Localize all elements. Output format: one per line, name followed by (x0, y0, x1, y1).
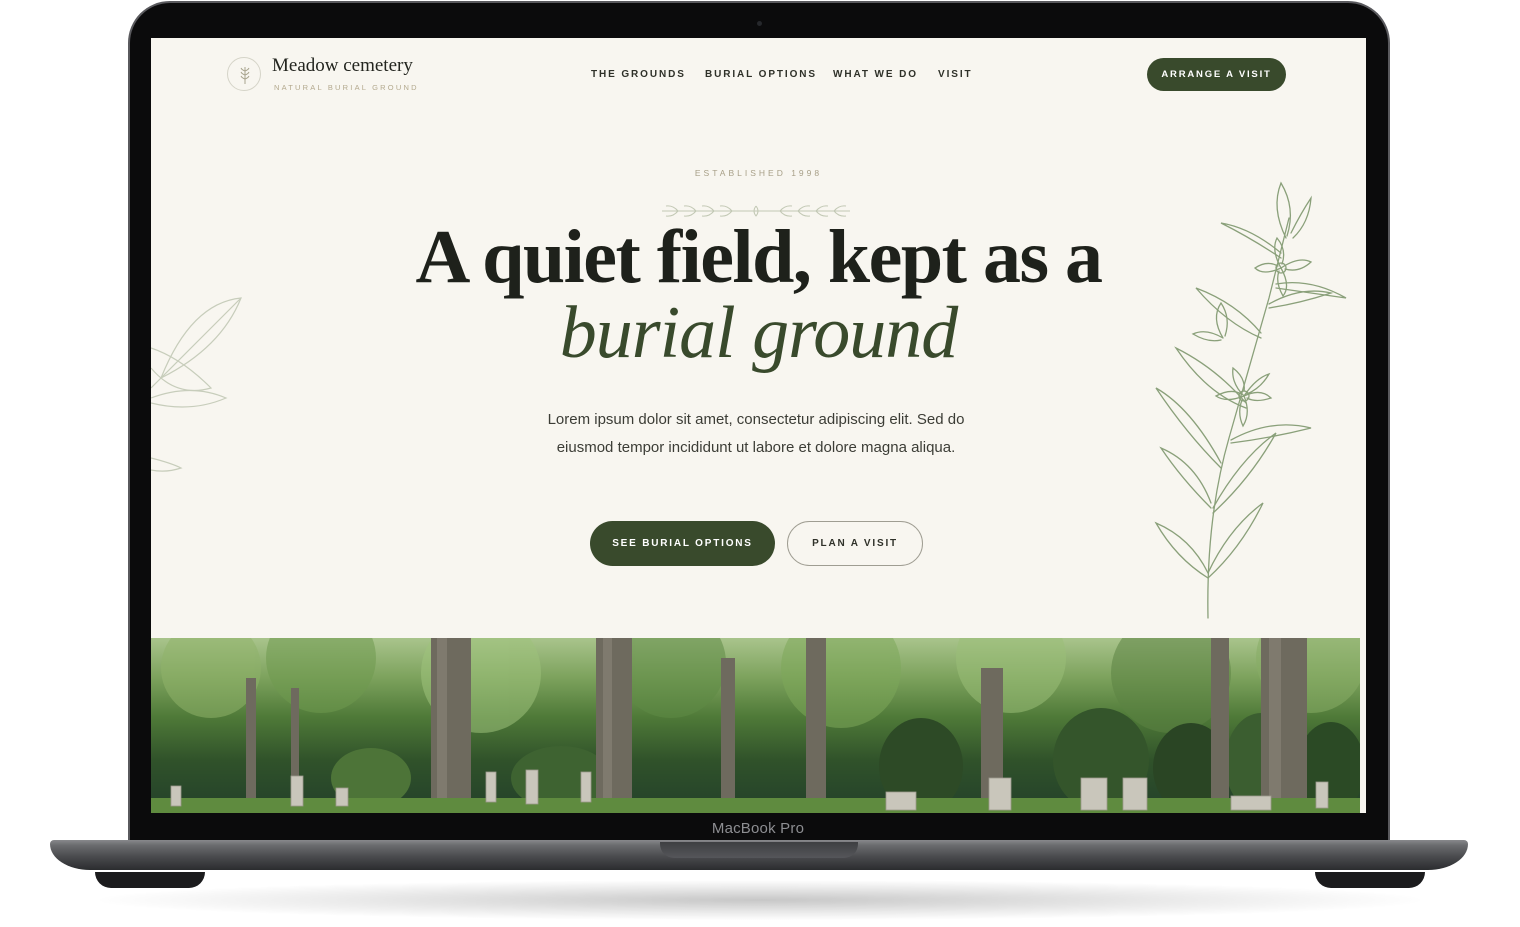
device-shadow (100, 880, 1420, 920)
plan-visit-button[interactable]: PLAN A VISIT (787, 521, 923, 566)
laptop-foot-right (1315, 872, 1425, 888)
website-screen: Meadow cemetery NATURAL BURIAL GROUND TH… (151, 38, 1366, 813)
arrange-visit-button[interactable]: ARRANGE A VISIT (1147, 58, 1286, 91)
see-burial-options-button[interactable]: SEE BURIAL OPTIONS (590, 521, 775, 566)
nav-link-burial-options[interactable]: BURIAL OPTIONS (705, 69, 817, 80)
forest-scene (151, 638, 1363, 813)
nav-link-what-we-do[interactable]: WHAT WE DO (833, 69, 918, 80)
laptop-notch (660, 842, 858, 858)
device-label: MacBook Pro (711, 820, 805, 837)
logo-mark[interactable] (227, 57, 261, 91)
nav-link-visit[interactable]: VISIT (938, 69, 973, 80)
established-label: ESTABLISHED 1998 (694, 168, 823, 178)
hero-description: Lorem ipsum dolor sit amet, consectetur … (547, 411, 965, 456)
nav-link-the-grounds[interactable]: THE GROUNDS (591, 69, 686, 80)
brand-name[interactable]: Meadow cemetery (272, 55, 413, 77)
wheat-sprig-icon (240, 67, 250, 84)
brand-tagline: NATURAL BURIAL GROUND (274, 83, 419, 92)
flower-illustration (1154, 181, 1347, 619)
webcam (757, 21, 762, 26)
laptop-foot-left (95, 872, 205, 888)
cemetery-forest-photo (151, 638, 1363, 813)
